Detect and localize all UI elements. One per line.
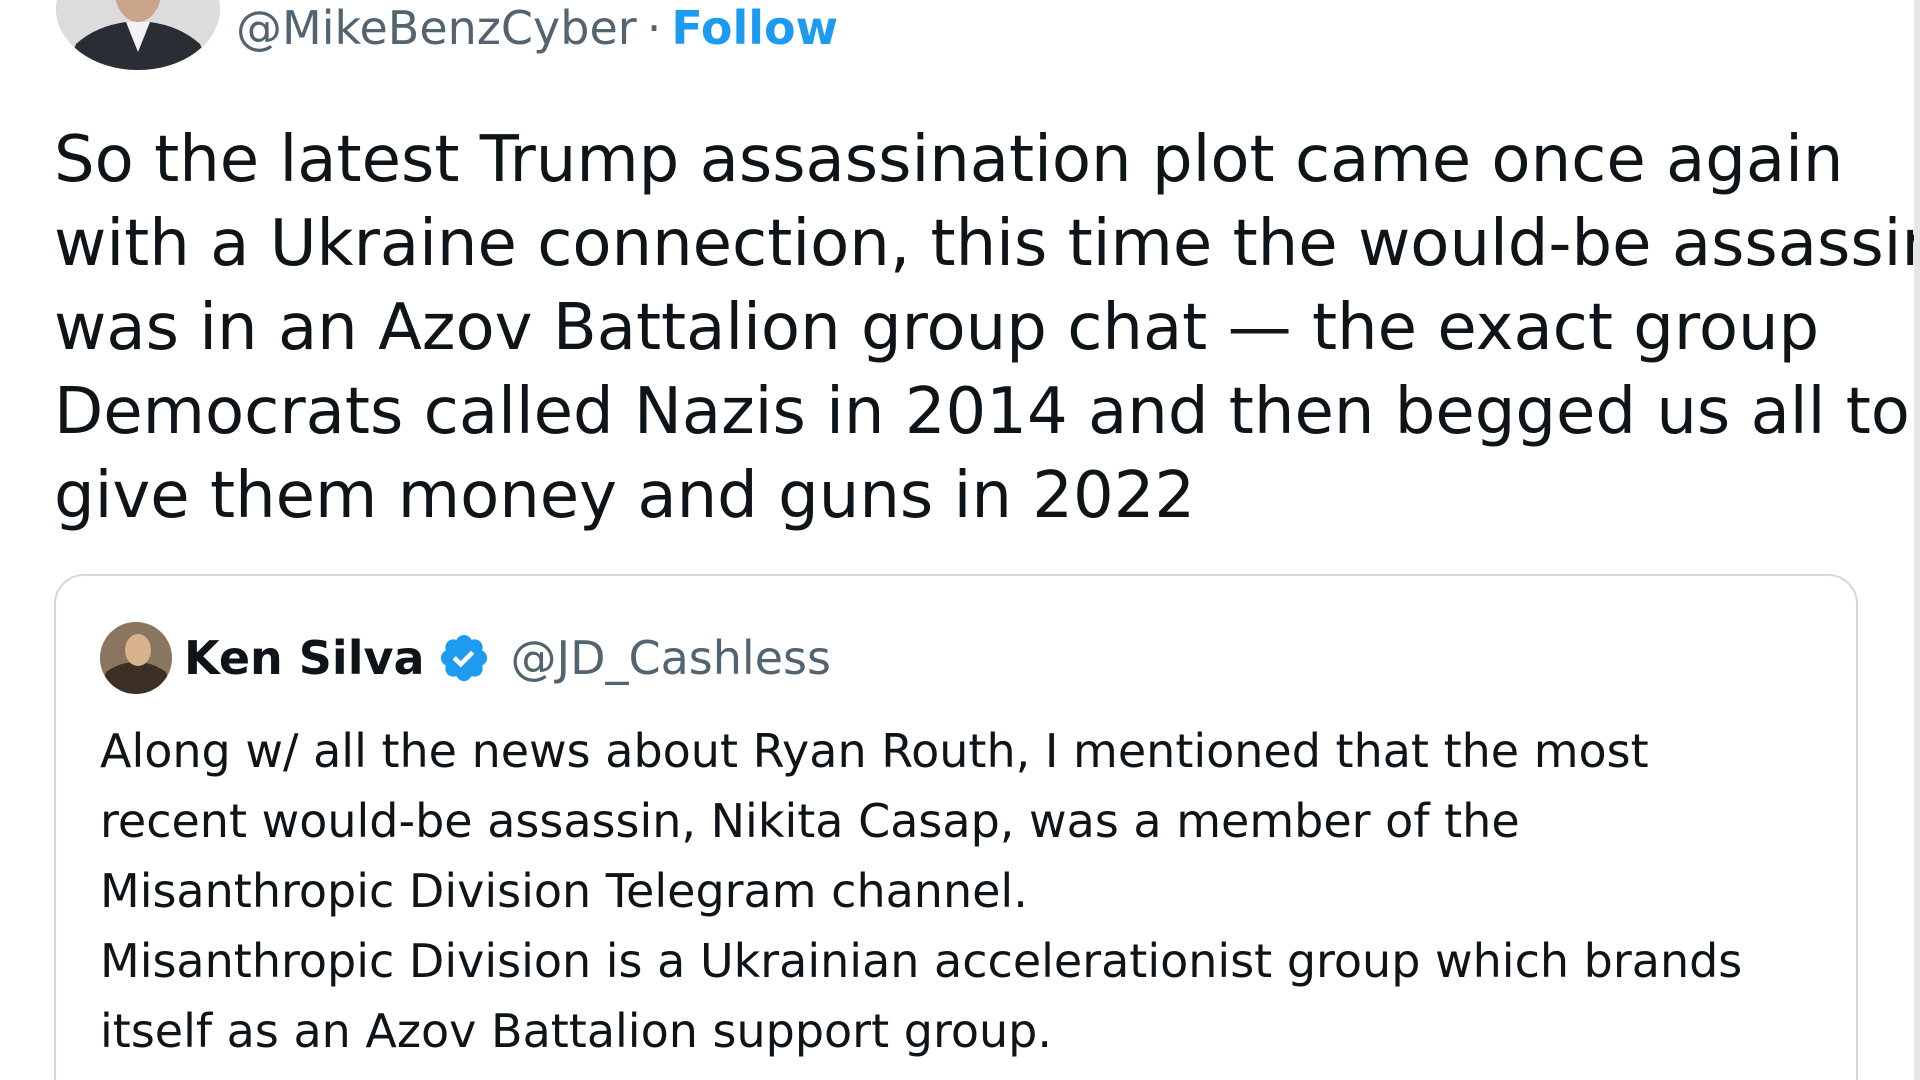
tweet-text-line: was in an Azov Battalion group chat — th… (54, 291, 1820, 365)
tweet-text-line: give them money and guns in 2022 (54, 459, 1196, 533)
quoted-text-line: Misanthropic Division is a Ukrainian acc… (100, 934, 1743, 988)
tweet-text-line: Democrats called Nazis in 2014 and then … (54, 375, 1910, 449)
quoted-tweet-card[interactable]: Ken Silva @JD_Cashless Along w/ all the … (54, 574, 1858, 1080)
author-handle[interactable]: @MikeBenzCyber (236, 0, 637, 56)
quoted-tweet-text: Along w/ all the news about Ryan Routh, … (100, 716, 1820, 1066)
tweet-text-line: So the latest Trump assassination plot c… (54, 123, 1844, 197)
quoted-text-line: recent would-be assassin, Nikita Casap, … (100, 794, 1520, 848)
verified-badge-icon (440, 634, 487, 682)
author-handle-line: @MikeBenzCyber · Follow (236, 0, 838, 56)
page-scrollbar[interactable] (1914, 0, 1920, 1080)
quoted-text-line: itself as an Azov Battalion support grou… (100, 1004, 1052, 1058)
quoted-author-handle[interactable]: @JD_Cashless (511, 631, 831, 685)
author-avatar[interactable] (56, 0, 220, 70)
quoted-avatar-photo-icon (100, 622, 172, 694)
separator-dot: · (646, 1, 662, 55)
quoted-text-line: Misanthropic Division Telegram channel. (100, 864, 1028, 918)
quoted-author-name[interactable]: Ken Silva (184, 631, 425, 685)
quoted-author-avatar[interactable] (100, 622, 172, 694)
tweet-text-line: with a Ukraine connection, this time the… (54, 207, 1920, 281)
tweet-text: So the latest Trump assassination plot c… (54, 118, 1920, 538)
quoted-text-line: Along w/ all the news about Ryan Routh, … (100, 724, 1649, 778)
follow-button[interactable]: Follow (671, 0, 838, 56)
avatar-photo-icon (56, 0, 220, 70)
quoted-tweet-header: Ken Silva @JD_Cashless (184, 626, 831, 690)
